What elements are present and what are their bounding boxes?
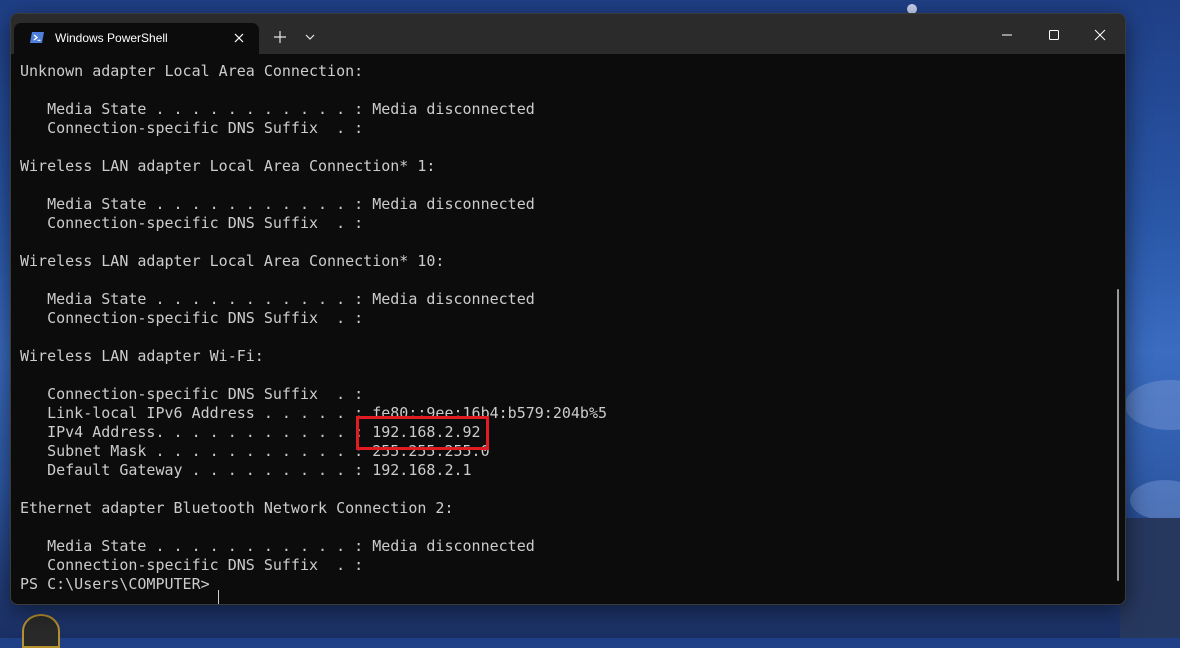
tab-title: Windows PowerShell xyxy=(55,31,168,45)
chevron-down-icon[interactable] xyxy=(304,31,316,43)
tab-windows-powershell[interactable]: Windows PowerShell xyxy=(14,23,259,54)
console-line: Connection-specific DNS Suffix . : xyxy=(20,309,364,327)
close-window-button[interactable] xyxy=(1078,24,1122,46)
console-line: Connection-specific DNS Suffix . : xyxy=(20,556,364,574)
console-line: Wireless LAN adapter Wi-Fi: xyxy=(20,347,264,365)
desktop-logo-icon[interactable] xyxy=(22,614,60,648)
console-line: Default Gateway . . . . . . . . . : 192.… xyxy=(20,461,472,479)
console-line: Connection-specific DNS Suffix . : xyxy=(20,214,364,232)
console-line: Ethernet adapter Bluetooth Network Conne… xyxy=(20,499,454,517)
console-line: Wireless LAN adapter Local Area Connecti… xyxy=(20,252,445,270)
console-line: Unknown adapter Local Area Connection: xyxy=(20,62,364,80)
console-line: Media State . . . . . . . . . . . : Medi… xyxy=(20,290,535,308)
background-cloud xyxy=(1125,380,1180,430)
plus-icon[interactable] xyxy=(273,30,287,44)
scrollbar[interactable] xyxy=(1117,289,1119,581)
title-bar[interactable]: Windows PowerShell xyxy=(11,14,1125,54)
console-line: Wireless LAN adapter Local Area Connecti… xyxy=(20,157,436,175)
console-line: Link-local IPv6 Address . . . . . : fe80… xyxy=(20,404,607,422)
console-line: Connection-specific DNS Suffix . : xyxy=(20,119,364,137)
window-close-icon xyxy=(1094,29,1106,41)
minimize-icon xyxy=(1002,34,1012,36)
console-output[interactable]: Unknown adapter Local Area Connection: M… xyxy=(11,54,1125,604)
prompt-line: PS C:\Users\COMPUTER> xyxy=(20,575,219,593)
maximize-button[interactable] xyxy=(1032,24,1076,46)
terminal-window: Windows PowerShell Unknown adapter Local… xyxy=(10,13,1126,605)
ipv4-highlight-box xyxy=(356,416,489,450)
minimize-button[interactable] xyxy=(985,24,1029,46)
background-cloud xyxy=(1130,480,1180,520)
text-cursor xyxy=(218,590,219,604)
console-line: Media State . . . . . . . . . . . : Medi… xyxy=(20,195,535,213)
powershell-icon xyxy=(30,32,44,43)
console-line: Media State . . . . . . . . . . . : Medi… xyxy=(20,537,535,555)
console-line: Connection-specific DNS Suffix . : xyxy=(20,385,364,403)
close-icon[interactable] xyxy=(232,31,246,45)
maximize-icon xyxy=(1049,30,1059,40)
background-city xyxy=(1120,518,1180,638)
console-line: Media State . . . . . . . . . . . : Medi… xyxy=(20,100,535,118)
